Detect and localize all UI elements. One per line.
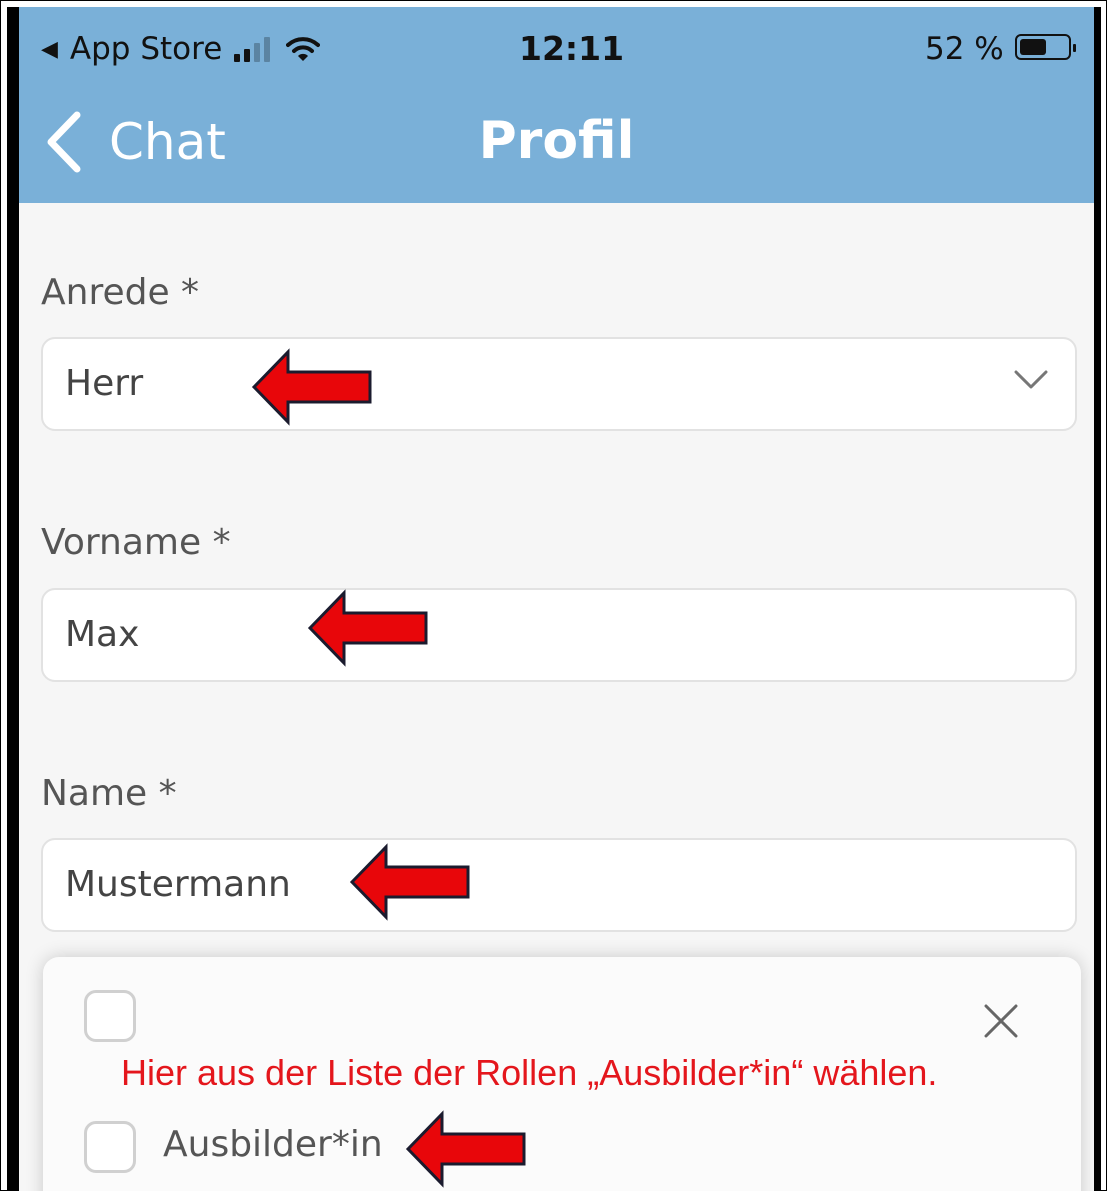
lastname-value: Mustermann xyxy=(65,864,291,905)
select-all-checkbox[interactable] xyxy=(84,990,136,1042)
firstname-value: Max xyxy=(65,614,140,655)
phone-screen: ◀ App Store 12:11 52 % Chat Profil Anred… xyxy=(7,7,1101,1191)
firstname-input[interactable]: Max xyxy=(41,588,1077,682)
lastname-input[interactable]: Mustermann xyxy=(41,838,1077,932)
back-app-label: App Store xyxy=(69,31,223,67)
lastname-label: Name * xyxy=(41,773,177,814)
annotation-arrow-role xyxy=(405,1110,526,1188)
salutation-select[interactable]: Herr xyxy=(41,337,1077,431)
role-option-label: Ausbilder*in xyxy=(163,1124,383,1165)
annotation-arrow-salutation xyxy=(251,348,372,426)
annotation-note: Hier aus der Liste der Rollen „Ausbilder… xyxy=(121,1052,938,1093)
status-time: 12:11 xyxy=(519,29,625,68)
signal-icon xyxy=(234,36,274,62)
back-to-app-store[interactable]: ◀ App Store xyxy=(41,31,321,67)
salutation-value: Herr xyxy=(65,363,144,404)
annotation-arrow-firstname xyxy=(307,589,428,667)
app-screen: ◀ App Store 12:11 52 % Chat Profil Anred… xyxy=(19,7,1094,1191)
close-icon[interactable] xyxy=(981,1001,1021,1041)
chevron-down-icon xyxy=(1014,370,1048,389)
battery-percentage: 52 % xyxy=(925,31,1004,67)
app-header: ◀ App Store 12:11 52 % Chat Profil xyxy=(19,7,1094,203)
back-triangle-icon: ◀ xyxy=(41,36,58,62)
page-title: Profil xyxy=(478,111,635,171)
salutation-label: Anrede * xyxy=(41,272,200,313)
status-bar: ◀ App Store 12:11 52 % xyxy=(19,7,1094,87)
role-checkbox-ausbilder[interactable] xyxy=(84,1121,136,1173)
firstname-label: Vorname * xyxy=(41,522,231,563)
annotation-arrow-lastname xyxy=(349,843,470,921)
battery-icon xyxy=(1015,34,1076,60)
wifi-icon xyxy=(286,37,321,61)
